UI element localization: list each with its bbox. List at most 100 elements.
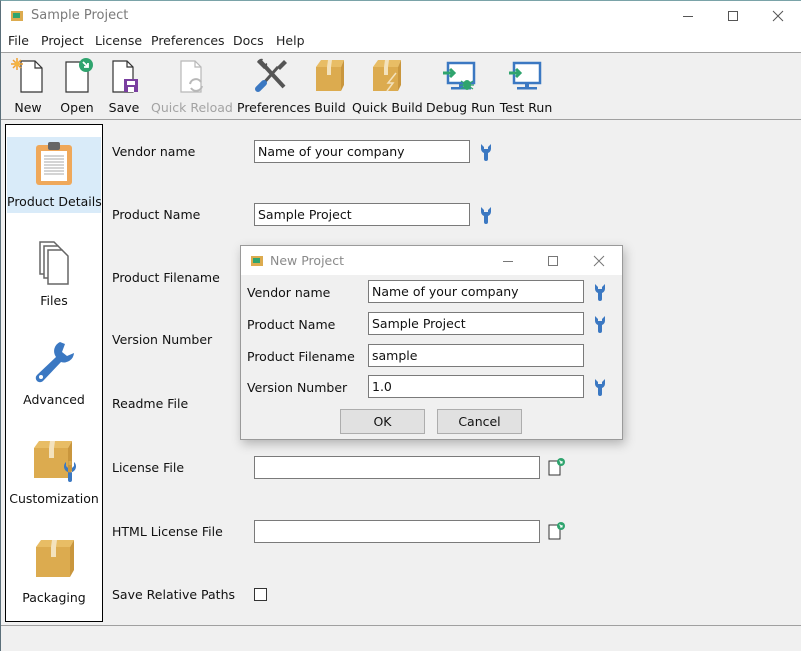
close-button[interactable]: [755, 1, 801, 31]
tools-icon: [255, 58, 287, 92]
clipboard-icon: [36, 142, 72, 185]
menu-project[interactable]: Project: [41, 33, 84, 48]
wrench-icon[interactable]: [594, 283, 606, 301]
dialog-minimize-button[interactable]: [486, 246, 530, 275]
box-wrench-icon: [34, 441, 76, 482]
browse-file-icon[interactable]: [548, 458, 566, 476]
window-title: Sample Project: [31, 8, 129, 23]
new-file-icon: [11, 58, 43, 93]
save-file-icon: [112, 60, 138, 93]
save-relative-paths-label: Save Relative Paths: [112, 587, 236, 602]
wrench-icon: [35, 342, 74, 383]
quick-reload-label: Quick Reload: [151, 100, 233, 115]
wrench-icon[interactable]: [594, 315, 606, 333]
app-icon: [251, 256, 263, 266]
sidebar: Product Details Files Advanced Customiza…: [5, 124, 103, 622]
dialog-vendor-name-input[interactable]: [368, 280, 584, 303]
new-button[interactable]: New: [7, 57, 49, 117]
dialog-title-bar: New Project: [241, 246, 622, 275]
sidebar-item-files[interactable]: Files: [7, 236, 101, 312]
maximize-icon: [548, 255, 558, 266]
sidebar-label: Customization: [9, 491, 99, 506]
minimize-button[interactable]: [665, 1, 711, 31]
menu-help[interactable]: Help: [276, 33, 305, 48]
debug-run-label: Debug Run: [426, 100, 496, 115]
sidebar-item-advanced[interactable]: Advanced: [7, 335, 101, 411]
html-license-file-label: HTML License File: [112, 524, 223, 539]
new-project-dialog: New Project Vendor name Product Name Pro…: [240, 245, 623, 440]
new-label: New: [14, 100, 42, 115]
sidebar-label: Packaging: [22, 590, 86, 605]
product-filename-label: Product Filename: [112, 270, 220, 285]
dialog-title: New Project: [270, 253, 345, 268]
sidebar-label: Files: [40, 293, 68, 308]
menu-bar: File Project License Preferences Docs He…: [1, 31, 801, 52]
test-run-button[interactable]: Test Run: [498, 57, 554, 117]
dialog-product-name-input[interactable]: [368, 312, 584, 335]
product-name-input[interactable]: [254, 203, 470, 226]
monitor-bug-icon: [443, 61, 476, 90]
build-button[interactable]: Build: [312, 57, 348, 117]
license-file-input[interactable]: [254, 456, 540, 479]
files-icon: [39, 241, 69, 285]
build-label: Build: [314, 100, 346, 115]
menu-preferences[interactable]: Preferences: [151, 33, 225, 48]
close-icon: [772, 10, 784, 22]
wrench-icon[interactable]: [480, 206, 492, 224]
save-button[interactable]: Save: [105, 57, 143, 117]
sidebar-label: Advanced: [23, 392, 85, 407]
preferences-button[interactable]: Preferences: [237, 57, 311, 117]
main-window: Sample Project File Project License Pref…: [0, 0, 801, 651]
monitor-arrow-icon: [509, 61, 542, 90]
sidebar-item-customization[interactable]: Customization: [7, 434, 101, 510]
dialog-vendor-name-label: Vendor name: [247, 285, 331, 300]
html-license-file-input[interactable]: [254, 520, 540, 543]
status-bar-divider: [1, 625, 801, 626]
product-name-label: Product Name: [112, 207, 201, 222]
quick-reload-button: Quick Reload: [151, 57, 233, 117]
vendor-name-input[interactable]: [254, 140, 470, 163]
title-bar: Sample Project: [1, 1, 801, 31]
sidebar-item-packaging[interactable]: Packaging: [7, 533, 101, 609]
sidebar-item-product-details[interactable]: Product Details: [7, 137, 102, 213]
version-number-label: Version Number: [112, 332, 213, 347]
cancel-button[interactable]: Cancel: [437, 409, 522, 434]
menu-docs[interactable]: Docs: [233, 33, 264, 48]
box-icon: [36, 540, 74, 577]
minimize-icon: [503, 260, 513, 262]
browse-file-icon[interactable]: [548, 522, 566, 540]
menu-file[interactable]: File: [8, 33, 29, 48]
quick-build-label: Quick Build: [352, 100, 423, 115]
quick-build-button[interactable]: Quick Build: [352, 57, 423, 117]
maximize-button[interactable]: [710, 1, 756, 31]
save-relative-paths-checkbox[interactable]: [254, 588, 267, 601]
open-label: Open: [60, 100, 94, 115]
vendor-name-label: Vendor name: [112, 144, 196, 159]
open-button[interactable]: Open: [57, 57, 97, 117]
dialog-close-button[interactable]: [577, 246, 621, 275]
debug-run-button[interactable]: Debug Run: [426, 57, 496, 117]
reload-icon: [180, 60, 203, 93]
toolbar-divider: [1, 119, 801, 120]
toolbar: New Open Save Quick Reload Preferences B…: [1, 53, 801, 119]
dialog-product-name-label: Product Name: [247, 317, 336, 332]
dialog-maximize-button[interactable]: [531, 246, 575, 275]
open-file-icon: [65, 58, 93, 93]
box-icon: [316, 60, 344, 91]
preferences-label: Preferences: [237, 100, 311, 115]
dialog-version-number-label: Version Number: [247, 380, 348, 395]
ok-button[interactable]: OK: [340, 409, 425, 434]
readme-file-label: Readme File: [112, 396, 189, 411]
test-run-label: Test Run: [499, 100, 553, 115]
wrench-icon[interactable]: [594, 378, 606, 396]
minimize-icon: [683, 16, 693, 17]
close-icon: [593, 255, 605, 266]
dialog-version-number-input[interactable]: [368, 375, 584, 398]
dialog-product-filename-input[interactable]: [368, 344, 584, 367]
save-label: Save: [108, 100, 140, 115]
dialog-product-filename-label: Product Filename: [247, 349, 355, 364]
license-file-label: License File: [112, 460, 185, 475]
menu-license[interactable]: License: [95, 33, 142, 48]
wrench-icon[interactable]: [480, 143, 492, 161]
box-lightning-icon: [373, 60, 401, 92]
